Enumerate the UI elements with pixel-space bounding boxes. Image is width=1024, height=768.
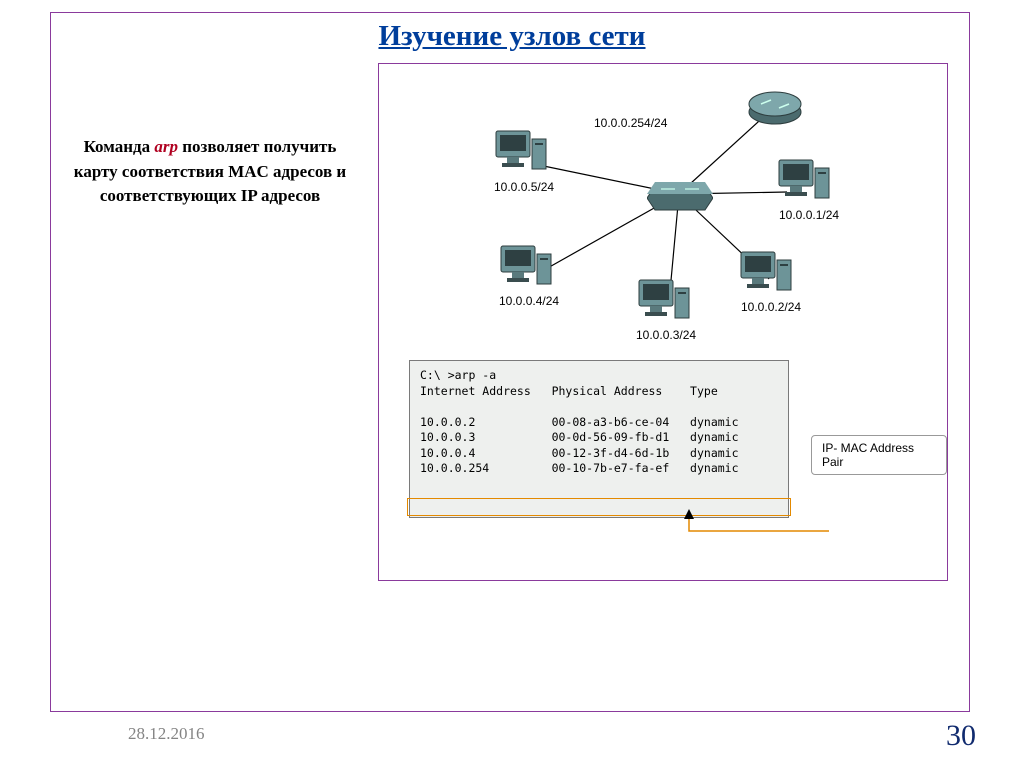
pc5-label: 10.0.0.5/24 bbox=[494, 180, 554, 194]
r0-mac: 00-08-a3-b6-ce-04 bbox=[552, 415, 670, 429]
callout-label: IP- MAC Address Pair bbox=[811, 435, 947, 475]
network-topology: 10.0.0.254/24 10.0.0.5/24 10.0.0.1/24 bbox=[379, 64, 947, 364]
pc1-label: 10.0.0.1/24 bbox=[779, 208, 839, 222]
pc1-icon bbox=[777, 156, 835, 206]
router-label: 10.0.0.254/24 bbox=[594, 116, 667, 130]
pc3-label: 10.0.0.3/24 bbox=[636, 328, 696, 342]
pc4-icon bbox=[499, 242, 557, 292]
r0-t: dynamic bbox=[690, 415, 738, 429]
r3-t: dynamic bbox=[690, 461, 738, 475]
r3-mac: 00-10-7b-e7-fa-ef bbox=[552, 461, 670, 475]
footer-date: 28.12.2016 bbox=[128, 724, 205, 744]
description-text: Команда arp позволяет получить карту соо… bbox=[70, 135, 350, 209]
th-type: Type bbox=[690, 384, 718, 398]
pc4-label: 10.0.0.4/24 bbox=[499, 294, 559, 308]
arp-terminal: C:\ >arp -a Internet Address Physical Ad… bbox=[409, 360, 789, 518]
r3-ip: 10.0.0.254 bbox=[420, 461, 489, 475]
r1-ip: 10.0.0.3 bbox=[420, 430, 475, 444]
pc3-icon bbox=[637, 276, 695, 326]
term-cmd: C:\ >arp -a bbox=[420, 368, 496, 382]
pc5-icon bbox=[494, 127, 552, 177]
pc2-label: 10.0.0.2/24 bbox=[741, 300, 801, 314]
r1-t: dynamic bbox=[690, 430, 738, 444]
th-ip: Internet Address bbox=[420, 384, 531, 398]
desc-pre: Команда bbox=[84, 137, 155, 156]
r2-mac: 00-12-3f-d4-6d-1b bbox=[552, 446, 670, 460]
r1-mac: 00-0d-56-09-fb-d1 bbox=[552, 430, 670, 444]
slide-number: 30 bbox=[946, 719, 976, 753]
diagram-container: 10.0.0.254/24 10.0.0.5/24 10.0.0.1/24 bbox=[378, 63, 948, 581]
r0-ip: 10.0.0.2 bbox=[420, 415, 475, 429]
router-icon bbox=[747, 86, 803, 126]
r2-ip: 10.0.0.4 bbox=[420, 446, 475, 460]
th-mac: Physical Address bbox=[552, 384, 663, 398]
pc2-icon bbox=[739, 248, 797, 298]
page-title: Изучение узлов сети bbox=[0, 20, 1024, 53]
switch-icon bbox=[647, 176, 713, 216]
desc-cmd: arp bbox=[154, 137, 178, 156]
r2-t: dynamic bbox=[690, 446, 738, 460]
